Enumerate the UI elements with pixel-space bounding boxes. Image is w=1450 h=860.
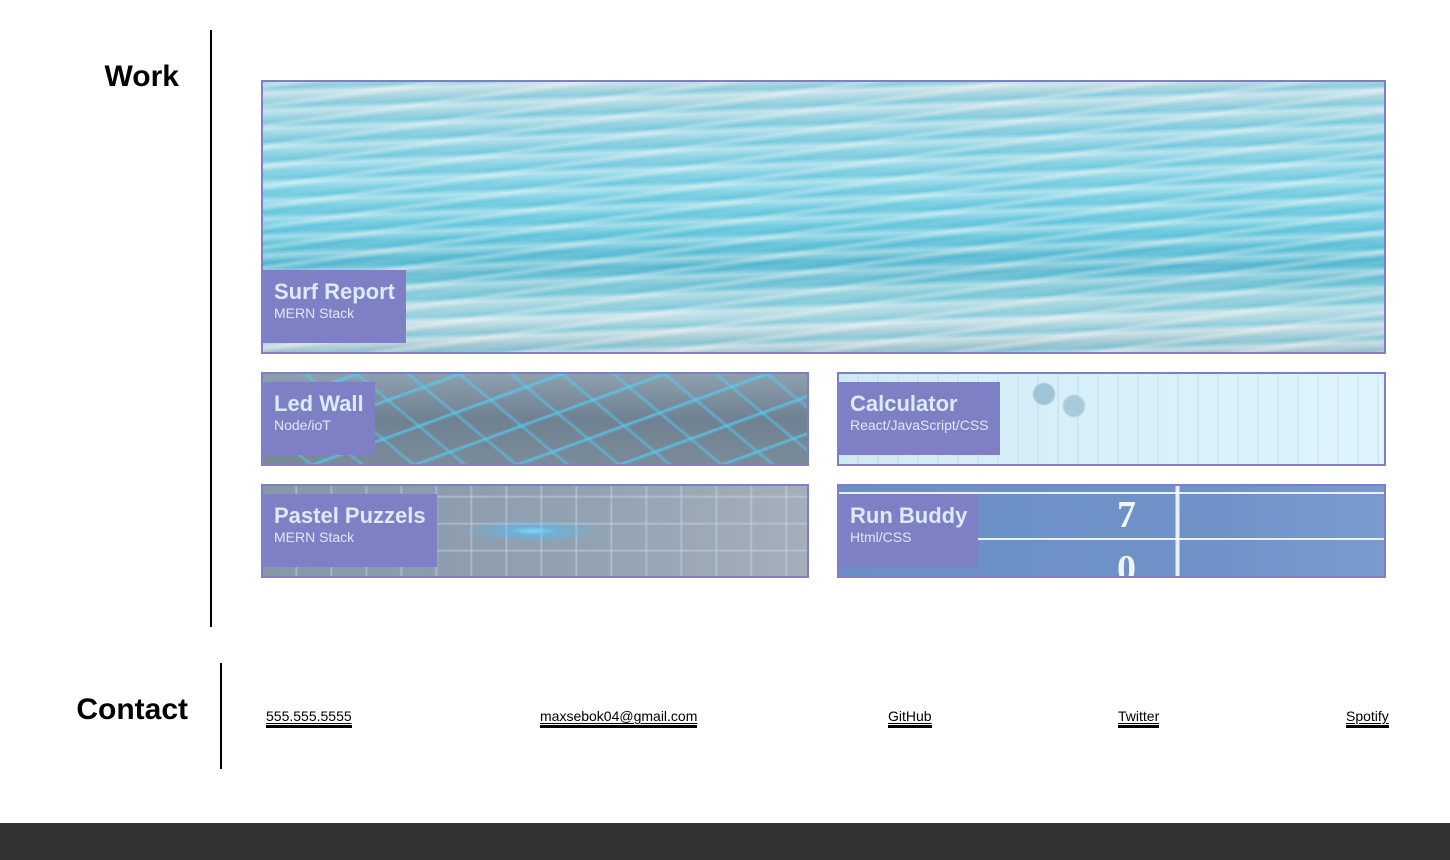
contact-divider (220, 663, 222, 769)
project-label: Led Wall Node/ioT (263, 382, 375, 455)
footer (0, 823, 1450, 860)
project-title: Led Wall (274, 391, 364, 416)
project-label: Run Buddy Html/CSS (839, 494, 979, 567)
work-divider (210, 30, 212, 627)
project-card-calculator[interactable]: Calculator React/JavaScript/CSS (837, 372, 1386, 466)
project-card-run-buddy[interactable]: 7 0 Run Buddy Html/CSS (837, 484, 1386, 578)
project-title: Run Buddy (850, 503, 968, 528)
track-number-image: 7 (1117, 494, 1136, 536)
project-stack: MERN Stack (274, 305, 355, 321)
project-title: Calculator (850, 391, 958, 416)
project-image-surf-report (263, 82, 1384, 352)
project-card-led-wall[interactable]: Led Wall Node/ioT (261, 372, 809, 466)
email-link[interactable]: maxsebok04@gmail.com (540, 708, 698, 728)
project-stack: Html/CSS (850, 529, 912, 545)
project-label: Pastel Puzzels MERN Stack (263, 494, 437, 567)
contact-heading: Contact (76, 693, 188, 726)
project-title: Surf Report (274, 279, 395, 304)
spotify-link[interactable]: Spotify (1346, 708, 1389, 728)
project-card-surf-report[interactable]: Surf Report MERN Stack (261, 80, 1386, 354)
track-number-image: 0 (1117, 548, 1136, 578)
project-stack: React/JavaScript/CSS (850, 417, 989, 433)
work-heading: Work (104, 60, 179, 93)
project-card-pastel-puzzels[interactable]: Pastel Puzzels MERN Stack (261, 484, 809, 578)
github-link[interactable]: GitHub (888, 708, 932, 728)
project-stack: MERN Stack (274, 529, 355, 545)
project-label: Surf Report MERN Stack (263, 270, 406, 343)
project-label: Calculator React/JavaScript/CSS (839, 382, 1000, 455)
twitter-link[interactable]: Twitter (1118, 708, 1160, 728)
project-stack: Node/ioT (274, 417, 331, 433)
project-title: Pastel Puzzels (274, 503, 426, 528)
phone-link[interactable]: 555.555.5555 (266, 708, 352, 728)
